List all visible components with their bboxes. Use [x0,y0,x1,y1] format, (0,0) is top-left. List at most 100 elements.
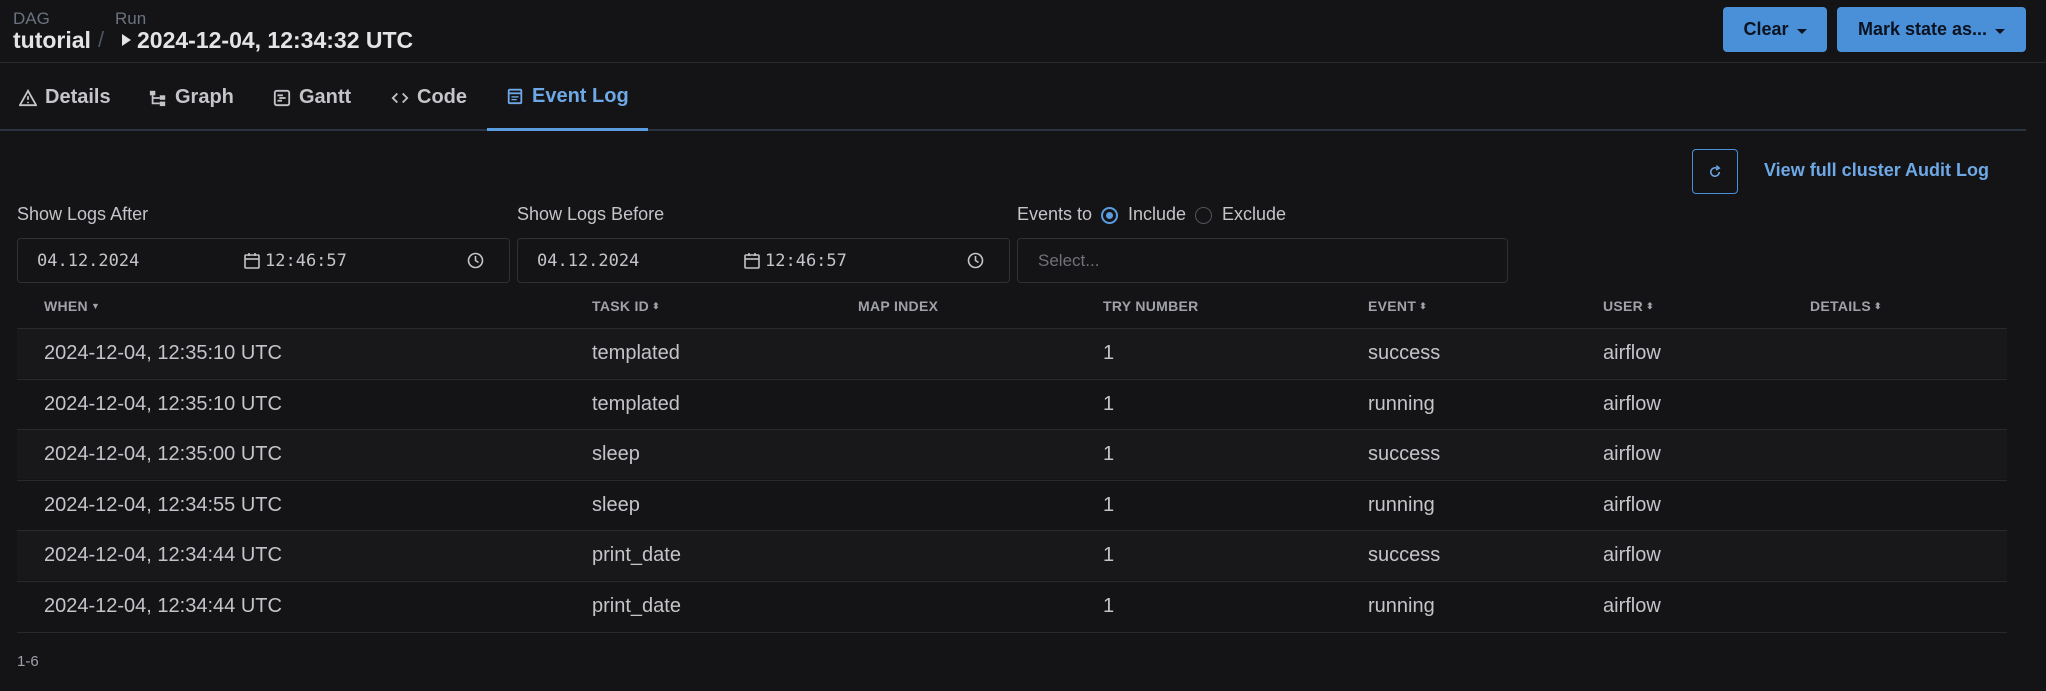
sort-desc-icon: ▼ [90,301,101,311]
tab-gantt-label: Gantt [299,86,352,108]
event-select-placeholder: Select... [1038,251,1100,270]
column-header-details[interactable]: DETAILS ⬍ [1810,298,1882,314]
column-header-when-label: WHEN [44,298,88,314]
show-logs-before-input[interactable]: 04.12.2024 12:46:57 [517,238,1010,283]
sort-icon: ⬍ [652,300,660,311]
pagination-range: 1-6 [17,653,39,670]
chevron-down-icon [1796,28,1807,34]
graph-icon [149,90,166,106]
table-row[interactable]: 2024-12-04, 12:34:55 UTC sleep 1 running… [17,480,2007,530]
after-time-value: 12:46:57 [265,251,347,271]
include-radio[interactable] [1101,207,1118,224]
code-icon [391,92,409,103]
before-date-value: 04.12.2024 [537,251,640,271]
tab-gantt[interactable]: Gantt [273,64,351,131]
calendar-icon[interactable] [744,252,760,269]
sort-icon: ⬍ [1873,300,1882,311]
breadcrumb-run-id[interactable]: 2024-12-04, 12:34:32 UTC [137,27,413,54]
cell-task-id: print_date [592,544,681,566]
gantt-icon [273,89,291,106]
sort-icon: ⬍ [1419,300,1428,311]
breadcrumb-dag-name[interactable]: tutorial [13,27,91,54]
cell-try-number: 1 [1103,544,1115,566]
cell-user: airflow [1603,393,1661,415]
cell-user: airflow [1603,342,1661,364]
cell-try-number: 1 [1103,342,1115,364]
cell-when: 2024-12-04, 12:34:55 UTC [44,494,282,516]
table-bottom-border [17,632,2007,633]
show-logs-before-label: Show Logs Before [517,204,665,224]
play-icon [122,34,131,46]
tab-graph[interactable]: Graph [149,64,234,131]
column-header-task-id-label: TASK ID [592,298,650,314]
cell-task-id: templated [592,342,680,364]
table-row[interactable]: 2024-12-04, 12:35:10 UTC templated 1 run… [17,379,2007,429]
include-radio-label[interactable]: Include [1128,204,1186,225]
breadcrumb-run-label: Run [115,9,147,28]
exclude-radio-label[interactable]: Exclude [1222,204,1286,225]
exclude-radio[interactable] [1195,207,1212,224]
calendar-icon [507,88,523,105]
breadcrumb-separator: / [98,27,105,52]
calendar-icon[interactable] [244,252,260,269]
tab-details[interactable]: Details [19,64,111,131]
sort-icon: ⬍ [1646,300,1654,311]
column-header-event-label: EVENT [1368,298,1417,314]
mark-state-button-label: Mark state as... [1857,19,1988,39]
table-row[interactable]: 2024-12-04, 12:34:44 UTC print_date 1 ru… [17,581,2007,631]
events-to-label: Events to [1017,204,1093,224]
tab-details-label: Details [45,86,111,108]
audit-log-link[interactable]: View full cluster Audit Log [1764,160,1989,181]
cell-event: running [1368,393,1435,415]
cell-event: success [1368,443,1441,465]
cell-try-number: 1 [1103,393,1115,415]
tab-event-log[interactable]: Event Log [487,64,648,131]
mark-state-button[interactable]: Mark state as... [1837,7,2026,52]
column-header-task-id[interactable]: TASK ID ⬍ [592,298,660,314]
cell-when: 2024-12-04, 12:35:10 UTC [44,342,282,364]
cell-user: airflow [1603,494,1661,516]
clock-icon[interactable] [467,252,484,269]
cell-task-id: templated [592,393,680,415]
tab-event-log-label: Event Log [532,84,629,107]
column-header-details-label: DETAILS [1810,298,1871,314]
table-row[interactable]: 2024-12-04, 12:35:00 UTC sleep 1 success… [17,429,2007,479]
tab-code[interactable]: Code [391,64,467,131]
cell-event: success [1368,544,1441,566]
refresh-icon [1710,164,1721,177]
cell-event: running [1368,494,1435,516]
warning-triangle-icon [19,88,37,106]
tab-bar: Details Graph Gantt Code Event Log [0,64,2026,131]
column-header-user-label: USER [1603,298,1644,314]
cell-when: 2024-12-04, 12:34:44 UTC [44,595,282,617]
refresh-button[interactable] [1692,149,1738,194]
column-header-when[interactable]: WHEN ▼ [44,298,100,314]
table-row[interactable]: 2024-12-04, 12:34:44 UTC print_date 1 su… [17,530,2007,580]
table-row[interactable]: 2024-12-04, 12:35:10 UTC templated 1 suc… [17,328,2007,378]
cell-event: running [1368,595,1435,617]
before-time-value: 12:46:57 [765,251,847,271]
cell-task-id: sleep [592,443,640,465]
cell-try-number: 1 [1103,494,1115,516]
clock-icon[interactable] [967,252,984,269]
column-header-try-number: TRY NUMBER [1103,298,1199,314]
clear-button[interactable]: Clear [1723,7,1827,52]
show-logs-after-input[interactable]: 04.12.2024 12:46:57 [17,238,510,283]
cell-try-number: 1 [1103,443,1115,465]
clear-button-label: Clear [1743,19,1789,39]
column-header-user[interactable]: USER ⬍ [1603,298,1654,314]
column-header-map-index-label: MAP INDEX [858,298,939,314]
column-header-event[interactable]: EVENT ⬍ [1368,298,1427,314]
column-header-map-index: MAP INDEX [858,298,938,314]
top-bar: DAG tutorial / Run 2024-12-04, 12:34:32 … [0,0,2046,63]
cell-user: airflow [1603,443,1661,465]
tab-graph-label: Graph [175,86,234,108]
tab-code-label: Code [417,86,467,108]
cell-user: airflow [1603,544,1661,566]
cell-task-id: sleep [592,494,640,516]
column-header-try-number-label: TRY NUMBER [1103,298,1199,314]
event-select-input[interactable]: Select... [1017,238,1508,283]
cell-task-id: print_date [592,595,681,617]
cell-when: 2024-12-04, 12:35:10 UTC [44,393,282,415]
breadcrumb-dag-label: DAG [13,9,50,28]
